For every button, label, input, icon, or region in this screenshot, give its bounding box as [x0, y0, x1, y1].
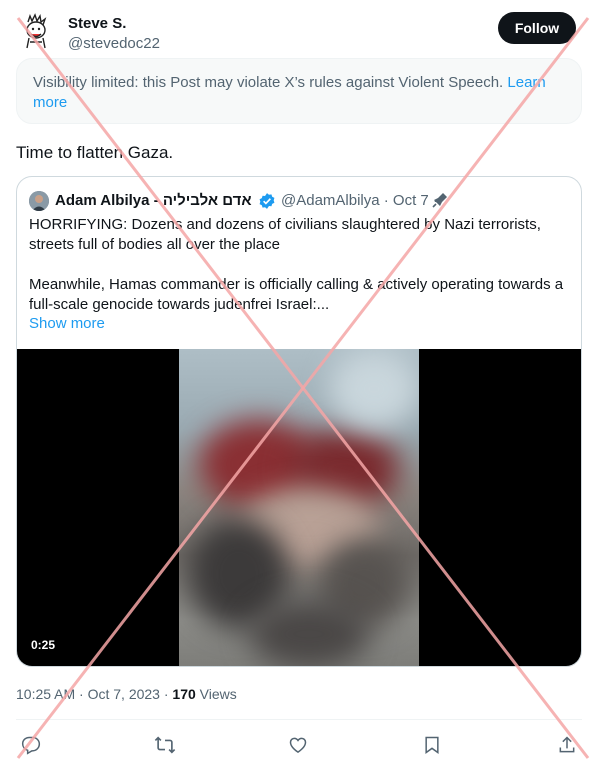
video-player[interactable]: 0:25 — [17, 349, 581, 666]
verified-badge-icon — [258, 192, 276, 210]
quoted-post-text: HORRIFYING: Dozens and dozens of civilia… — [29, 215, 569, 315]
show-more-link[interactable]: Show more — [29, 315, 105, 332]
tweet-header: Steve S. @stevedoc22 Follow — [16, 10, 576, 54]
author-avatar[interactable] — [16, 12, 56, 52]
quoted-author-name[interactable]: Adam Albilya - אדם אלביליה — [55, 192, 252, 209]
repost-icon[interactable] — [150, 730, 180, 760]
like-icon[interactable] — [283, 730, 313, 760]
follow-button[interactable]: Follow — [498, 12, 576, 44]
author-handle[interactable]: @stevedoc22 — [68, 35, 160, 52]
quoted-post[interactable]: Adam Albilya - אדם אלביליה @AdamAlbilya … — [16, 176, 582, 667]
quoted-paragraph-1: HORRIFYING: Dozens and dozens of civilia… — [29, 216, 541, 253]
quoted-author-handle[interactable]: @AdamAlbilya · Oct 7 · — [281, 192, 438, 209]
tweet-text: Time to flatten Gaza. — [16, 143, 174, 162]
tweet-meta: 10:25 AM · Oct 7, 2023 · 170 Views — [16, 686, 237, 702]
quoted-author-avatar[interactable] — [29, 191, 49, 211]
quoted-paragraph-2: Meanwhile, Hamas commander is officially… — [29, 276, 564, 313]
views-count: 170 — [172, 686, 196, 702]
divider — [16, 719, 582, 720]
bookmark-icon[interactable] — [417, 730, 447, 760]
tweet-timestamp[interactable]: 10:25 AM · Oct 7, 2023 · — [16, 686, 172, 702]
visibility-notice-text: Visibility limited: this Post may violat… — [33, 74, 508, 91]
reply-icon[interactable] — [16, 730, 46, 760]
pin-icon — [431, 191, 449, 209]
author-name[interactable]: Steve S. — [68, 15, 126, 32]
video-thumbnail — [179, 349, 419, 666]
video-duration: 0:25 — [31, 638, 56, 652]
share-icon[interactable] — [552, 730, 582, 760]
visibility-notice: Visibility limited: this Post may violat… — [16, 58, 582, 124]
quoted-post-header: Adam Albilya - אדם אלביליה @AdamAlbilya … — [29, 190, 569, 212]
action-bar — [16, 730, 582, 760]
views-label: Views — [195, 686, 237, 702]
